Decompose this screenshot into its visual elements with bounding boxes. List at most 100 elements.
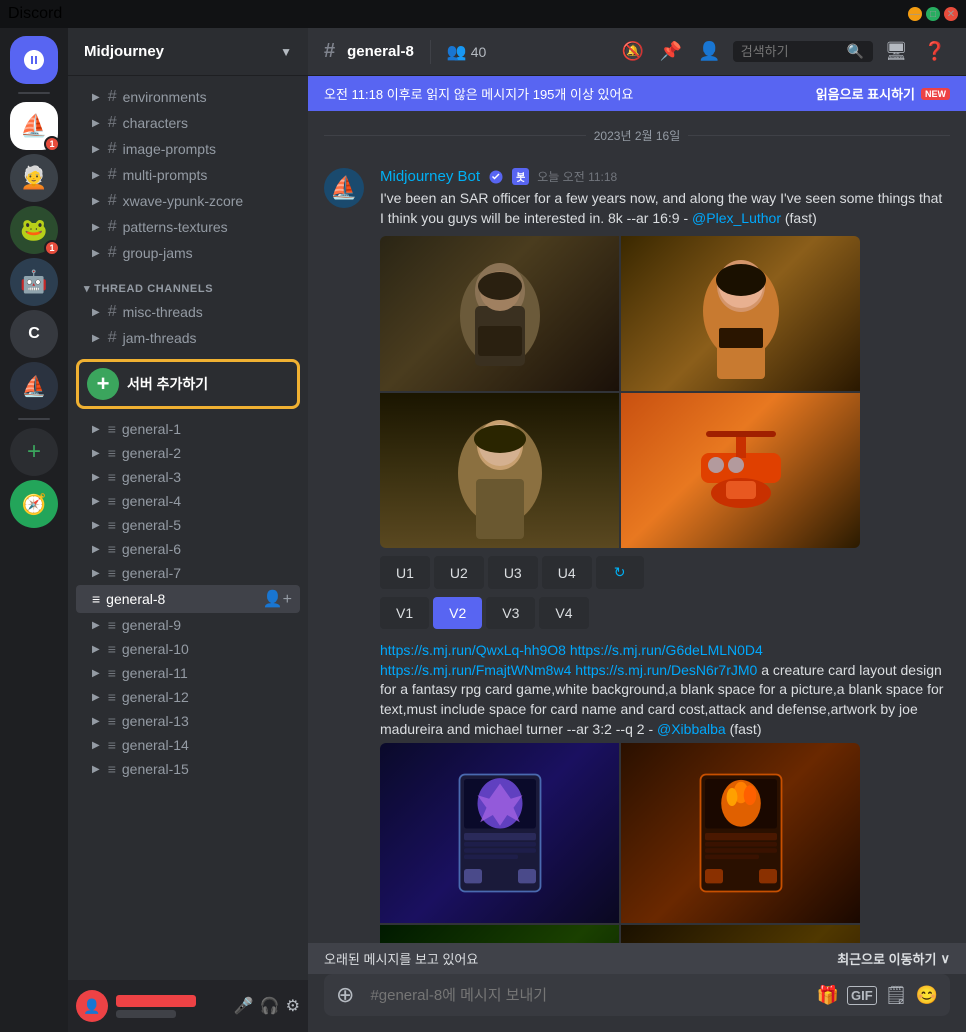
hash-icon: ≡ <box>108 737 116 753</box>
close-button[interactable]: ✕ <box>944 7 958 21</box>
add-server-panel[interactable]: + 서버 추가하기 <box>76 359 300 409</box>
user-status-placeholder <box>116 1010 176 1018</box>
hash-icon: ≡ <box>108 421 116 437</box>
hash-icon: # <box>108 329 117 347</box>
v2-button[interactable]: V2 <box>433 597 482 629</box>
headphone-icon[interactable]: 🎧 <box>260 996 280 1016</box>
maximize-button[interactable]: □ <box>926 7 940 21</box>
search-box[interactable]: 🔍 <box>733 41 873 62</box>
hash-icon: ≡ <box>108 541 116 557</box>
hash-icon: ≡ <box>108 713 116 729</box>
search-input[interactable] <box>741 44 841 59</box>
bell-slash-icon[interactable]: 🔕 <box>617 37 647 66</box>
channel-item-general-15[interactable]: ▶ ≡ general-15 <box>76 757 300 781</box>
channel-item-environments[interactable]: ▶ # environments <box>76 84 300 110</box>
channel-item-general-5[interactable]: ▶ ≡ general-5 <box>76 513 300 537</box>
server-icon-c[interactable]: C <box>10 310 58 358</box>
channel-item-general-1[interactable]: ▶ ≡ general-1 <box>76 417 300 441</box>
pilot-illustration-3 <box>440 393 560 548</box>
arrow-icon: ▶ <box>92 248 100 259</box>
channel-item-general-10[interactable]: ▶ ≡ general-10 <box>76 637 300 661</box>
emoji-icon[interactable]: 😊 <box>916 985 938 1006</box>
arrow-icon: ▶ <box>92 92 100 103</box>
link-4[interactable]: https://s.mj.run/DesN6r7rJM0 <box>575 662 757 678</box>
arrow-icon: ▶ <box>92 620 100 631</box>
server-icon-2[interactable]: 🐸 1 <box>10 206 58 254</box>
channel-item-general-12[interactable]: ▶ ≡ general-12 <box>76 685 300 709</box>
minimize-button[interactable]: — <box>908 7 922 21</box>
channel-item-jam-threads[interactable]: ▶ # jam-threads <box>76 325 300 351</box>
notification-bar: 오전 11:18 이후로 읽지 않은 메시지가 195개 이상 있어요 읽음으로… <box>308 76 966 111</box>
add-attachment-button[interactable]: ⊕ <box>332 974 358 1016</box>
server-icon-discord-home[interactable] <box>10 36 58 84</box>
server-icon-3[interactable]: 🤖 <box>10 258 58 306</box>
v1-button[interactable]: V1 <box>380 597 429 629</box>
jump-to-recent-button[interactable]: 최근으로 이동하기 ∨ <box>837 949 950 968</box>
help-icon[interactable]: ❓ <box>920 37 950 66</box>
settings-icon[interactable]: ⚙ <box>286 996 300 1016</box>
channel-item-general-14[interactable]: ▶ ≡ general-14 <box>76 733 300 757</box>
gift-icon[interactable]: 🎁 <box>817 985 839 1006</box>
channel-item-general-13[interactable]: ▶ ≡ general-13 <box>76 709 300 733</box>
u1-button[interactable]: U1 <box>380 556 430 589</box>
server-name-header[interactable]: Midjourney ▼ <box>68 28 308 76</box>
refresh-button[interactable]: ↻ <box>596 556 644 589</box>
link-2[interactable]: https://s.mj.run/G6deLMLN0D4 <box>570 642 763 658</box>
server-icon-boat[interactable]: ⛵ <box>10 362 58 410</box>
link-1[interactable]: https://s.mj.run/QwxLq-hh9O8 <box>380 642 566 658</box>
header-divider <box>430 40 431 64</box>
hash-icon: ≡ <box>108 665 116 681</box>
channel-item-general-8[interactable]: ≡ general-8 👤+ <box>76 585 300 613</box>
mark-read-button[interactable]: 읽음으로 표시하기 <box>816 84 915 103</box>
channel-item-general-6[interactable]: ▶ ≡ general-6 <box>76 537 300 561</box>
link-3[interactable]: https://s.mj.run/FmajtWNm8w4 <box>380 662 571 678</box>
card-cell-3 <box>380 925 619 943</box>
message-text-input[interactable] <box>366 976 804 1015</box>
v4-button[interactable]: V4 <box>539 597 588 629</box>
channel-name: general-6 <box>122 541 181 557</box>
message-indent <box>324 641 364 943</box>
channel-item-general-9[interactable]: ▶ ≡ general-9 <box>76 613 300 637</box>
hash-icon: ≡ <box>92 591 100 607</box>
channel-item-multi-prompts[interactable]: ▶ # multi-prompts <box>76 162 300 188</box>
pin-icon[interactable]: 📌 <box>656 37 686 66</box>
channel-item-general-11[interactable]: ▶ ≡ general-11 <box>76 661 300 685</box>
channel-name: general-12 <box>122 689 189 705</box>
members-panel-icon[interactable]: 👤 <box>694 37 724 66</box>
channel-item-image-prompts[interactable]: ▶ # image-prompts <box>76 136 300 162</box>
badge-midjourney: 1 <box>44 136 60 152</box>
message-content-1: Midjourney Bot 봇 오늘 오전 11:18 I've been a… <box>380 168 950 629</box>
add-member-icon[interactable]: 👤+ <box>263 589 292 609</box>
header-chevron-icon: ▼ <box>280 45 292 59</box>
server-icon-explore[interactable]: 🧭 <box>10 480 58 528</box>
server-icon-1[interactable]: 🧑‍🦳 <box>10 154 58 202</box>
collage-cell-2 <box>621 236 860 391</box>
channel-item-characters[interactable]: ▶ # characters <box>76 110 300 136</box>
u2-button[interactable]: U2 <box>434 556 484 589</box>
u3-button[interactable]: U3 <box>488 556 538 589</box>
bottom-bar: 오래된 메시지를 보고 있어요 최근으로 이동하기 ∨ <box>308 943 966 974</box>
mic-icon[interactable]: 🎤 <box>234 996 254 1016</box>
channel-item-general-4[interactable]: ▶ ≡ general-4 <box>76 489 300 513</box>
channel-item-patterns[interactable]: ▶ # patterns-textures <box>76 214 300 240</box>
sticker-icon[interactable]: 🗒 <box>885 985 908 1006</box>
v3-button[interactable]: V3 <box>486 597 535 629</box>
channel-item-general-7[interactable]: ▶ ≡ general-7 <box>76 561 300 585</box>
gif-icon[interactable]: GIF <box>847 986 877 1005</box>
channel-item-xwave[interactable]: ▶ # xwave-ypunk-zcore <box>76 188 300 214</box>
arrow-icon: ▶ <box>92 307 100 318</box>
u4-button[interactable]: U4 <box>542 556 592 589</box>
thread-channels-section[interactable]: ▾ THREAD CHANNELS <box>68 266 308 299</box>
channel-item-group-jams[interactable]: ▶ # group-jams <box>76 240 300 266</box>
channel-item-misc-threads[interactable]: ▶ # misc-threads <box>76 299 300 325</box>
channel-header: # general-8 👥 40 🔕 📌 👤 🔍 🖥 ❓ <box>308 28 966 76</box>
channel-name: misc-threads <box>123 304 203 320</box>
channel-item-general-2[interactable]: ▶ ≡ general-2 <box>76 441 300 465</box>
add-server-button[interactable]: + <box>10 428 58 476</box>
message-1: ⛵ Midjourney Bot 봇 오늘 오전 11:18 I've been… <box>324 160 950 637</box>
channel-item-general-3[interactable]: ▶ ≡ general-3 <box>76 465 300 489</box>
server-icon-midjourney[interactable]: ⛵ 1 <box>10 102 58 150</box>
inbox-icon[interactable]: 🖥 <box>881 37 912 66</box>
hash-icon: ≡ <box>108 493 116 509</box>
message-author-1: Midjourney Bot <box>380 168 480 185</box>
